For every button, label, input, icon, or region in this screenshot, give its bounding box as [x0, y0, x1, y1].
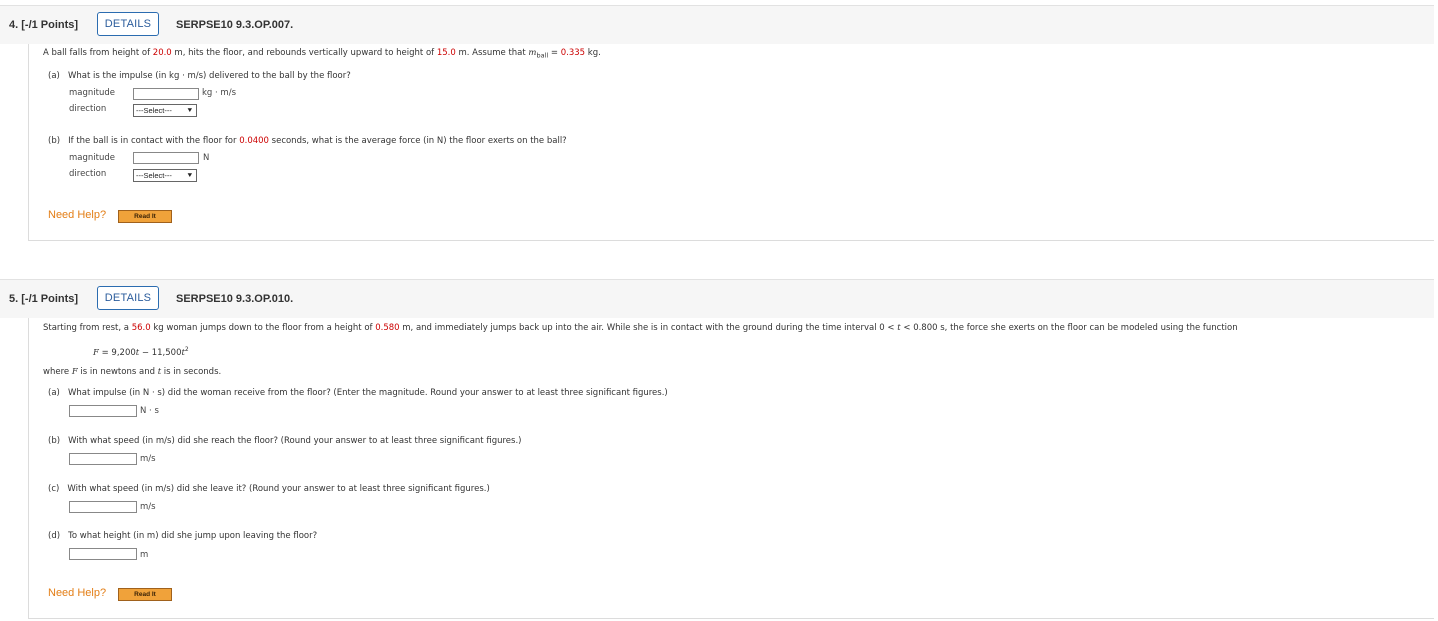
question-5-part-d-unit: m [140, 550, 149, 560]
question-5-part-c-prompt: (c) With what speed (in m/s) did she lea… [48, 484, 490, 494]
question-5-header: 5. [-/1 Points] DETAILS SERPSE10 9.3.OP.… [0, 279, 1434, 318]
question-5-part-a-prompt: (a) What impulse (in N · s) did the woma… [48, 388, 668, 398]
question-4-part-a-direction-label: direction [69, 104, 107, 114]
question-4-part-a-unit: kg · m/s [202, 88, 236, 98]
question-5-part-d-prompt: (d) To what height (in m) did she jump u… [48, 531, 318, 541]
question-4-points: 4. [-/1 Points] [9, 19, 79, 31]
question-4-details-button[interactable]: DETAILS [97, 12, 159, 36]
question-4-part-b-magnitude-input[interactable] [133, 152, 199, 164]
question-5-part-c-input[interactable] [69, 501, 137, 513]
question-5-part-a-input[interactable] [69, 405, 137, 417]
question-5-where-text: where F is in newtons and t is in second… [43, 367, 222, 377]
question-4-part-a-direction-select[interactable]: ---Select--- ⯆ [133, 104, 197, 117]
question-5-read-it-button[interactable]: Read It [118, 588, 172, 601]
question-5-details-button[interactable]: DETAILS [97, 286, 159, 310]
question-5-part-b-unit: m/s [140, 454, 156, 464]
question-4-part-b-prompt: (b) If the ball is in contact with the f… [48, 136, 567, 146]
question-4-need-help: Need Help? [48, 209, 107, 221]
chevron-down-icon: ⯆ [186, 171, 193, 180]
chevron-down-icon: ⯆ [186, 106, 193, 115]
question-5-part-c-unit: m/s [140, 502, 156, 512]
question-4-part-b-magnitude-label: magnitude [69, 153, 115, 163]
question-5-equation: F = 9,200t − 11,500t2 [93, 346, 189, 358]
question-5-part-b-prompt: (b) With what speed (in m/s) did she rea… [48, 436, 522, 446]
question-4-part-a-prompt: (a) What is the impulse (in kg · m/s) de… [48, 71, 351, 81]
question-4-part-b-direction-label: direction [69, 169, 107, 179]
question-4-header: 4. [-/1 Points] DETAILS SERPSE10 9.3.OP.… [0, 5, 1434, 44]
question-5-stem: Starting from rest, a 56.0 kg woman jump… [43, 323, 1238, 333]
question-4-part-a-magnitude-input[interactable] [133, 88, 199, 100]
question-4-id: SERPSE10 9.3.OP.007. [176, 19, 294, 31]
question-4-stem: A ball falls from height of 20.0 m, hits… [43, 48, 601, 60]
question-5-part-b-input[interactable] [69, 453, 137, 465]
question-5-id: SERPSE10 9.3.OP.010. [176, 293, 294, 305]
question-4-read-it-button[interactable]: Read It [118, 210, 172, 223]
question-5-part-d-input[interactable] [69, 548, 137, 560]
question-5-points: 5. [-/1 Points] [9, 293, 79, 305]
question-5-need-help: Need Help? [48, 587, 107, 599]
question-5-body: Starting from rest, a 56.0 kg woman jump… [28, 318, 1434, 619]
question-4-part-a-magnitude-label: magnitude [69, 88, 115, 98]
question-5-part-a-unit: N · s [140, 406, 159, 416]
question-4-body: A ball falls from height of 20.0 m, hits… [28, 44, 1434, 241]
question-4-part-b-unit: N [203, 153, 210, 163]
question-4-part-b-direction-select[interactable]: ---Select--- ⯆ [133, 169, 197, 182]
